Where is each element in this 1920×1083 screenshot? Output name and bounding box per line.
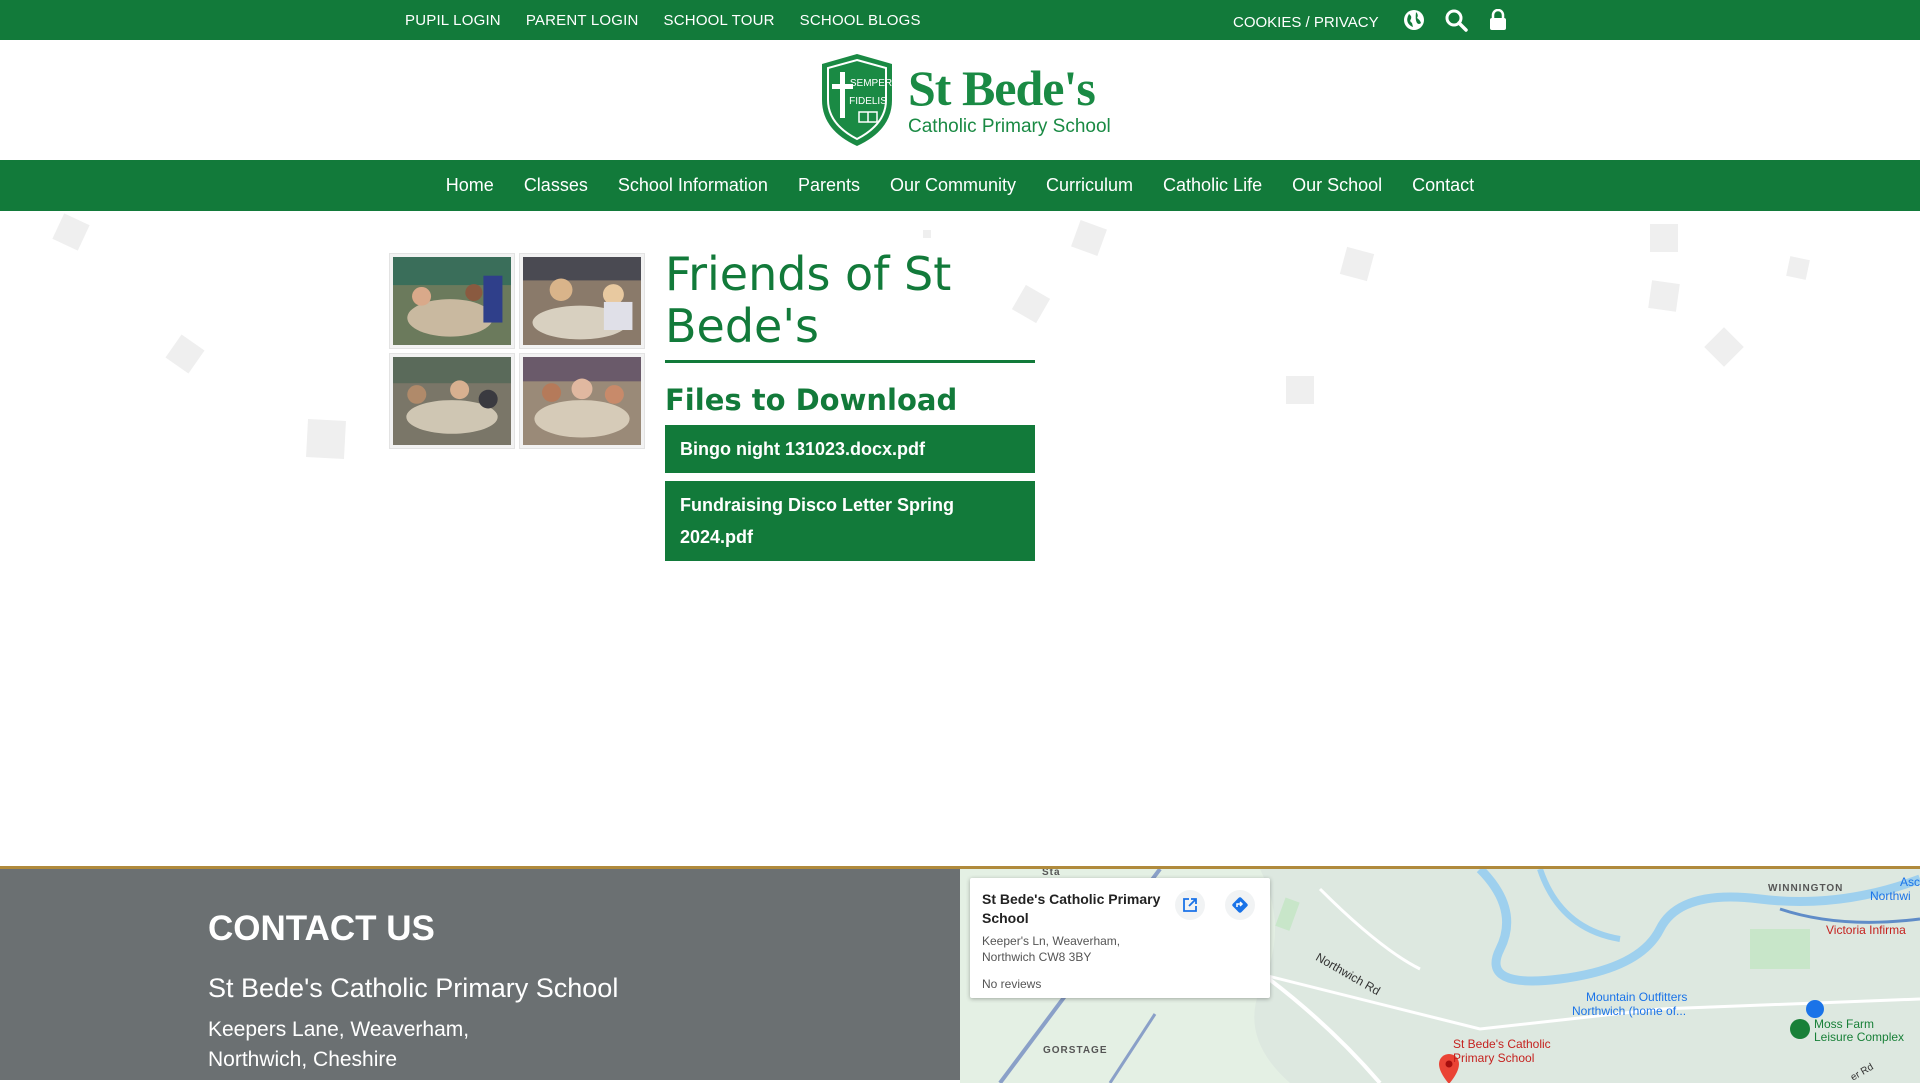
nav-home[interactable]: Home (446, 175, 494, 196)
footer: CONTACT US St Bede's Catholic Primary Sc… (0, 866, 1920, 1083)
nav-classes[interactable]: Classes (524, 175, 588, 196)
nav-our-school[interactable]: Our School (1292, 175, 1382, 196)
crest-icon: SEMPER FIDELIS (822, 54, 892, 146)
map-label: Northwich (home of... (1572, 1004, 1687, 1018)
gallery-photo[interactable] (390, 254, 514, 348)
map-label: WINNINGTON (1768, 883, 1844, 894)
decorative-square (1650, 224, 1678, 252)
decorative-square (306, 419, 346, 459)
map-pin-label[interactable]: Primary School (1453, 1051, 1534, 1065)
decorative-square (52, 213, 90, 251)
crest-motto-2: FIDELIS (849, 96, 887, 107)
map-label: GORSTAGE (1043, 1045, 1108, 1056)
directions-icon[interactable] (1225, 890, 1255, 920)
map-label: Victoria Infirma (1826, 923, 1906, 937)
photo-gallery (390, 252, 648, 452)
map-label: Moss Farm (1814, 1017, 1874, 1031)
nav-contact[interactable]: Contact (1412, 175, 1474, 196)
map-place-card: St Bede's Catholic Primary School Keeper… (970, 878, 1270, 998)
nav-parents[interactable]: Parents (798, 175, 860, 196)
map-label: Mountain Outfitters (1586, 990, 1688, 1004)
cookies-privacy-link[interactable]: COOKIES / PRIVACY (1233, 14, 1379, 31)
page-title: Friends of St Bede's (665, 247, 952, 353)
main-content: Friends of St Bede's Files to Download B… (665, 248, 1035, 561)
files-heading: Files to Download (665, 383, 958, 417)
logo-subtitle: Catholic Primary School (908, 116, 1111, 137)
open-in-maps-icon[interactable] (1175, 890, 1205, 920)
decorative-square (1648, 280, 1680, 312)
logo-title: St Bede's (908, 60, 1096, 116)
utility-links: PUPIL LOGIN PARENT LOGIN SCHOOL TOUR SCH… (405, 0, 921, 40)
map-label: Sta (1042, 869, 1061, 878)
decorative-square (1286, 376, 1314, 404)
map-pin-label[interactable]: St Bede's Catholic (1453, 1037, 1551, 1051)
logo-header: SEMPER FIDELIS St Bede's Catholic Primar… (0, 40, 1920, 160)
decorative-square (1786, 256, 1810, 280)
contact-title: CONTACT US (208, 909, 435, 948)
gallery-photo[interactable] (520, 254, 644, 348)
decorative-square (1339, 246, 1375, 282)
decorative-square (1071, 220, 1107, 256)
nav-curriculum[interactable]: Curriculum (1046, 175, 1133, 196)
map-label: Northwi (1870, 889, 1911, 903)
nav-catholic-life[interactable]: Catholic Life (1163, 175, 1262, 196)
map-place-address: Keeper's Ln, Weaverham, Northwich CW8 3B… (982, 934, 1121, 964)
embedded-map[interactable]: Sta WINNINGTON Asc Northwi Victoria Infi… (960, 869, 1920, 1083)
school-logo[interactable]: SEMPER FIDELIS St Bede's Catholic Primar… (818, 52, 1111, 148)
top-utility-bar: PUPIL LOGIN PARENT LOGIN SCHOOL TOUR SCH… (0, 0, 1920, 40)
parent-login-link[interactable]: PARENT LOGIN (526, 12, 639, 29)
school-blogs-link[interactable]: SCHOOL BLOGS (800, 12, 921, 29)
main-navigation: Home Classes School Information Parents … (0, 160, 1920, 211)
lock-icon[interactable] (1484, 6, 1512, 34)
crest-motto-1: SEMPER (850, 78, 892, 89)
map-place-reviews: No reviews (982, 977, 1042, 991)
gallery-photo[interactable] (390, 354, 514, 448)
decorative-square (1704, 327, 1744, 367)
footer-address-line2: Northwich, Cheshire (208, 1048, 398, 1071)
gallery-photo[interactable] (520, 354, 644, 448)
map-label: Asc (1900, 875, 1920, 889)
nav-school-information[interactable]: School Information (618, 175, 768, 196)
nav-our-community[interactable]: Our Community (890, 175, 1016, 196)
school-tour-link[interactable]: SCHOOL TOUR (664, 12, 775, 29)
title-divider (665, 360, 1035, 363)
decorative-square (165, 334, 205, 374)
decorative-square (923, 230, 931, 238)
footer-address-line1: Keepers Lane, Weaverham, (208, 1018, 470, 1041)
pupil-login-link[interactable]: PUPIL LOGIN (405, 12, 501, 29)
file-download-link[interactable]: Bingo night 131023.docx.pdf (665, 425, 1035, 473)
map-place-title: St Bede's Catholic Primary School (982, 891, 1161, 926)
file-download-link[interactable]: Fundraising Disco Letter Spring 2024.pdf (665, 481, 1035, 561)
search-icon[interactable] (1442, 6, 1470, 34)
utility-icons (1400, 6, 1512, 34)
map-label: Leisure Complex (1814, 1030, 1905, 1044)
footer-school-name: St Bede's Catholic Primary School (208, 973, 619, 1003)
globe-icon[interactable] (1400, 6, 1428, 34)
